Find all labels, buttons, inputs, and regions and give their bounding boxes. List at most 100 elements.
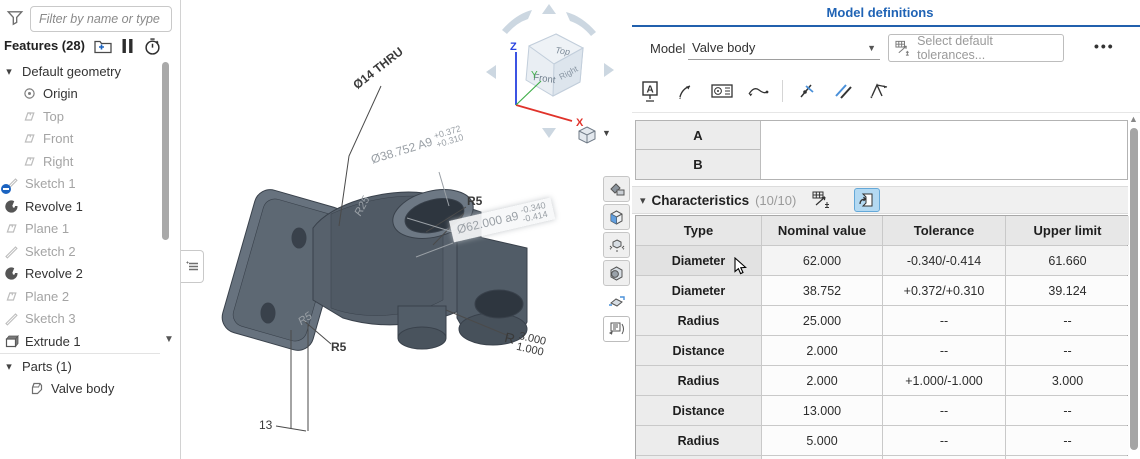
panel-scrollbar[interactable]: [1130, 128, 1138, 450]
parts-header[interactable]: ▾ Parts (1): [2, 355, 72, 378]
table-cell[interactable]: 5.000: [762, 426, 882, 455]
tree-item-sketch-2[interactable]: Sketch 2: [0, 240, 160, 263]
scroll-down-icon[interactable]: ▼: [164, 334, 174, 345]
table-cell[interactable]: --: [883, 426, 1005, 455]
filter-icon[interactable]: [6, 9, 24, 27]
table-cell[interactable]: --: [883, 306, 1005, 335]
characteristics-title: Characteristics: [652, 193, 750, 208]
table-cell[interactable]: --: [1006, 306, 1129, 335]
tree-item-plane-2[interactable]: Plane 2: [0, 285, 160, 308]
tree-item-sketch-3[interactable]: Sketch 3: [0, 308, 160, 331]
perpendicular-distance-icon[interactable]: [795, 79, 819, 103]
tree-item-right-plane[interactable]: Right: [0, 150, 160, 173]
explode-tool-button[interactable]: [603, 232, 630, 258]
export-characteristics-icon[interactable]: [854, 188, 880, 212]
section-view-tool-button[interactable]: [603, 260, 630, 286]
table-cell[interactable]: Radius: [636, 306, 761, 335]
tree-item-extrude-1[interactable]: Extrude 1: [0, 330, 160, 353]
table-cell[interactable]: 62.000: [762, 246, 882, 275]
tree-item-origin[interactable]: Origin: [0, 83, 160, 106]
table-cell[interactable]: 2.000: [762, 366, 882, 395]
table-cell[interactable]: Diameter: [636, 276, 761, 305]
bent-leader-icon[interactable]: [746, 79, 770, 103]
surface-finish-icon[interactable]: [867, 79, 891, 103]
suspend-rebuild-icon[interactable]: [120, 38, 138, 55]
default-tolerances-field[interactable]: Select default tolerances...: [888, 34, 1064, 62]
table-cell[interactable]: Distance: [636, 336, 761, 365]
chevron-down-icon[interactable]: ▾: [2, 360, 16, 373]
tree-item-top-plane[interactable]: Top: [0, 105, 160, 128]
tree-item-front-plane[interactable]: Front: [0, 128, 160, 151]
table-cell[interactable]: 39.124: [1006, 276, 1129, 305]
view-mode-button[interactable]: [576, 125, 598, 145]
table-cell[interactable]: 61.660: [1006, 246, 1129, 275]
chevron-down-icon[interactable]: ▾: [2, 65, 16, 78]
table-cell[interactable]: Radius: [636, 426, 761, 455]
plane-icon: [4, 289, 19, 304]
table-cell[interactable]: +0.372/+0.310: [883, 276, 1005, 305]
dimension-r5-top[interactable]: R5: [467, 194, 482, 208]
revolve-icon: [4, 266, 19, 281]
table-cell[interactable]: --: [1006, 336, 1129, 365]
feature-filter-input[interactable]: [31, 7, 171, 31]
feature-list-toggle-button[interactable]: [181, 250, 204, 283]
parallel-lines-icon[interactable]: [831, 79, 855, 103]
datum-feature-icon[interactable]: A: [638, 79, 662, 103]
datum-detail-area[interactable]: [761, 121, 1127, 179]
view-mode-caret-icon[interactable]: ▼: [602, 128, 611, 138]
table-cell[interactable]: +1.000/-1.000: [883, 366, 1005, 395]
feature-filter-box: [30, 6, 172, 32]
table-cell[interactable]: --: [883, 396, 1005, 425]
new-folder-icon[interactable]: [94, 38, 112, 55]
part-icon: [30, 381, 45, 396]
column-header-nominal[interactable]: Nominal value: [762, 216, 882, 245]
table-cell[interactable]: 38.752: [762, 276, 882, 305]
tree-item-revolve-2[interactable]: Revolve 2: [0, 263, 160, 286]
dimension-13[interactable]: 13: [259, 418, 272, 432]
table-cell[interactable]: 2.000: [762, 336, 882, 365]
part-item-valve-body[interactable]: Valve body: [30, 377, 114, 400]
table-cell[interactable]: --: [1006, 396, 1129, 425]
table-cell[interactable]: Distance: [636, 396, 761, 425]
graphics-viewport[interactable]: Ø14 THRU Ø38.752 A9 +0.372 +0.310 R25 R5…: [181, 0, 632, 459]
model-dropdown-value: Valve body: [692, 40, 755, 55]
chevron-down-icon: ▼: [867, 43, 876, 53]
sketch-suppressed-icon: [4, 176, 19, 191]
table-cell[interactable]: --: [883, 336, 1005, 365]
overflow-menu-button[interactable]: •••: [1094, 38, 1115, 54]
tree-item-revolve-1[interactable]: Revolve 1: [0, 195, 160, 218]
frame-tool-button[interactable]: [603, 316, 630, 342]
column-header-type[interactable]: Type: [636, 216, 761, 245]
table-cell[interactable]: --: [1006, 426, 1129, 455]
characteristics-section-header[interactable]: ▾ Characteristics (10/10): [632, 186, 1128, 214]
named-position-tool-button[interactable]: [603, 288, 630, 314]
rollback-timer-icon[interactable]: [144, 38, 162, 55]
extrude-icon: [4, 334, 19, 349]
panel-title-rule: [632, 25, 1140, 27]
table-cell[interactable]: -0.340/-0.414: [883, 246, 1005, 275]
dimension-r5-bottom[interactable]: R5: [331, 340, 346, 354]
table-cell[interactable]: 3.000: [1006, 366, 1129, 395]
leader-note-icon[interactable]: [674, 79, 698, 103]
column-header-upper-limit[interactable]: Upper limit: [1006, 216, 1129, 245]
chevron-down-icon[interactable]: ▾: [640, 194, 646, 207]
column-header-tolerance[interactable]: Tolerance: [883, 216, 1005, 245]
tree-item-default-geometry[interactable]: ▾ Default geometry: [0, 60, 160, 83]
appearance-tool-button[interactable]: [603, 176, 630, 202]
isolate-tool-button[interactable]: [603, 204, 630, 230]
plane-icon: [22, 131, 37, 146]
model-dropdown[interactable]: Valve body ▼: [688, 36, 880, 60]
table-cell[interactable]: Diameter: [636, 246, 761, 275]
geometric-tolerance-icon[interactable]: [710, 79, 734, 103]
datum-row-a[interactable]: A: [636, 121, 761, 150]
view-cube-top-face[interactable]: Top: [555, 45, 571, 57]
table-cell[interactable]: 13.000: [762, 396, 882, 425]
tree-item-plane-1[interactable]: Plane 1: [0, 218, 160, 241]
tree-item-sketch-1[interactable]: Sketch 1: [0, 173, 160, 196]
scroll-up-icon[interactable]: ▲: [1129, 114, 1138, 124]
table-cell[interactable]: 25.000: [762, 306, 882, 335]
table-cell[interactable]: Radius: [636, 366, 761, 395]
apply-tolerances-icon[interactable]: [810, 189, 834, 211]
datum-row-b[interactable]: B: [636, 150, 761, 179]
feature-tree-scrollbar[interactable]: [162, 62, 169, 240]
